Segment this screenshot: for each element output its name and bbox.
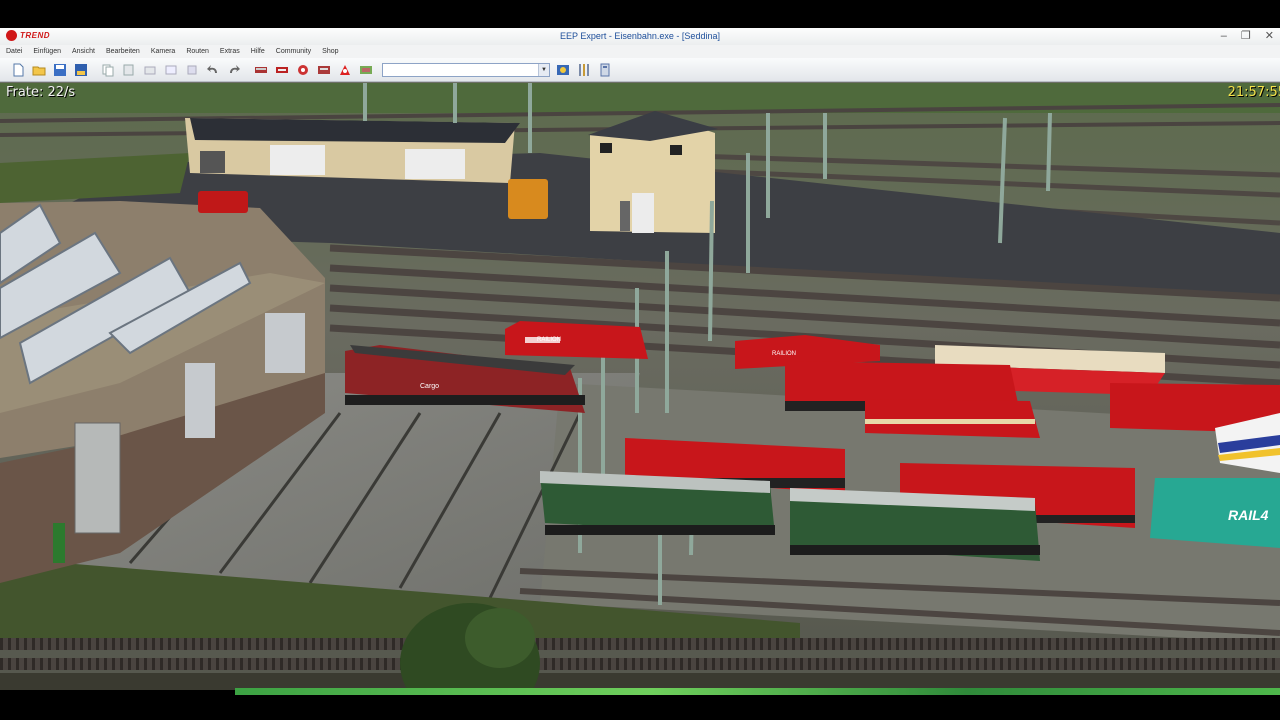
water-icon [360, 65, 372, 74]
simulation-clock: 21:57:55 [1227, 85, 1280, 100]
menu-datei[interactable]: Datei [6, 48, 22, 55]
object-search-combo[interactable]: ▼ [382, 62, 550, 77]
info-button[interactable] [596, 61, 614, 79]
menu-ansicht[interactable]: Ansicht [72, 48, 95, 55]
open-button[interactable] [30, 61, 48, 79]
camera-button[interactable] [554, 61, 572, 79]
track-button[interactable] [252, 61, 270, 79]
window-controls: – ❐ ✕ [1221, 29, 1274, 43]
properties-button[interactable] [162, 61, 180, 79]
signal-icon [298, 64, 308, 75]
menu-routen[interactable]: Routen [186, 48, 209, 55]
road-button[interactable] [315, 61, 333, 79]
paste-icon [123, 64, 134, 75]
shed-door [53, 523, 65, 563]
delete-icon [187, 65, 197, 74]
signal-button[interactable] [294, 61, 312, 79]
rail-switch-icon [276, 66, 288, 73]
menu-community[interactable]: Community [276, 48, 311, 55]
copy-icon [102, 64, 114, 76]
loco-red-2 [865, 399, 1040, 438]
track-icon [255, 66, 267, 73]
menu-extras[interactable]: Extras [220, 48, 240, 55]
red-van [198, 191, 248, 213]
settings-icon [579, 63, 589, 76]
loco-green-1 [540, 471, 775, 535]
menu-kamera[interactable]: Kamera [151, 48, 176, 55]
info-icon [600, 63, 610, 76]
new-file-button[interactable] [9, 61, 27, 79]
loco-label-rail4: RAIL4 [1228, 507, 1269, 523]
new-file-icon [13, 63, 24, 76]
loco-green-2 [790, 488, 1040, 561]
chevron-down-icon[interactable]: ▼ [538, 63, 549, 76]
tram-button[interactable] [336, 61, 354, 79]
signal-box [588, 111, 718, 233]
paste-button[interactable] [120, 61, 138, 79]
loco-label-railion-2: RAILION [772, 351, 796, 357]
warehouse [185, 118, 520, 183]
undo-button[interactable] [204, 61, 222, 79]
loco-railion-1 [505, 321, 648, 359]
menu-hilfe[interactable]: Hilfe [251, 48, 265, 55]
save-button[interactable] [51, 61, 69, 79]
maximize-button[interactable]: ❐ [1241, 29, 1251, 43]
loco-label-railion-1: RAILION [537, 337, 561, 343]
cut-button[interactable] [141, 61, 159, 79]
close-button[interactable]: ✕ [1265, 29, 1274, 43]
cut-icon [144, 66, 156, 74]
railway-depot-scene: RAILION RAILION Cargo RAIL4 [0, 83, 1280, 690]
title-bar: TREND EEP Expert - Eisenbahn.exe - [Sedd… [0, 28, 1280, 45]
rail-switch-button[interactable] [273, 61, 291, 79]
loco-label-cargo: Cargo [420, 383, 439, 390]
window-title: EEP Expert - Eisenbahn.exe - [Seddina] [560, 31, 720, 41]
road-icon [318, 65, 330, 74]
menu-einfuegen[interactable]: Einfügen [33, 48, 61, 55]
tram-icon [340, 64, 350, 75]
3d-viewport[interactable]: RAILION RAILION Cargo RAIL4 Frate: 22/s … [0, 83, 1280, 690]
frame-rate-readout: Frate: 22/s [6, 85, 76, 100]
save-icon [54, 63, 66, 76]
water-button[interactable] [357, 61, 375, 79]
save-all-button[interactable] [72, 61, 90, 79]
redo-button[interactable] [225, 61, 243, 79]
bottom-strip [235, 688, 1280, 695]
save-all-icon [75, 63, 87, 76]
yellow-van [508, 179, 548, 219]
properties-icon [165, 65, 177, 74]
copy-button[interactable] [99, 61, 117, 79]
delete-button[interactable] [183, 61, 201, 79]
settings-button[interactable] [575, 61, 593, 79]
menu-bearbeiten[interactable]: Bearbeiten [106, 48, 140, 55]
toolbar: ▼ [0, 58, 1280, 82]
menu-shop[interactable]: Shop [322, 48, 338, 55]
undo-icon [207, 64, 217, 73]
menu-bar: Datei Einfügen Ansicht Bearbeiten Kamera… [0, 45, 1280, 58]
redo-icon [230, 64, 240, 73]
minimize-button[interactable]: – [1221, 29, 1227, 43]
open-folder-icon [32, 66, 46, 75]
eep-window: TREND EEP Expert - Eisenbahn.exe - [Sedd… [0, 28, 1280, 690]
camera-icon [557, 64, 569, 75]
